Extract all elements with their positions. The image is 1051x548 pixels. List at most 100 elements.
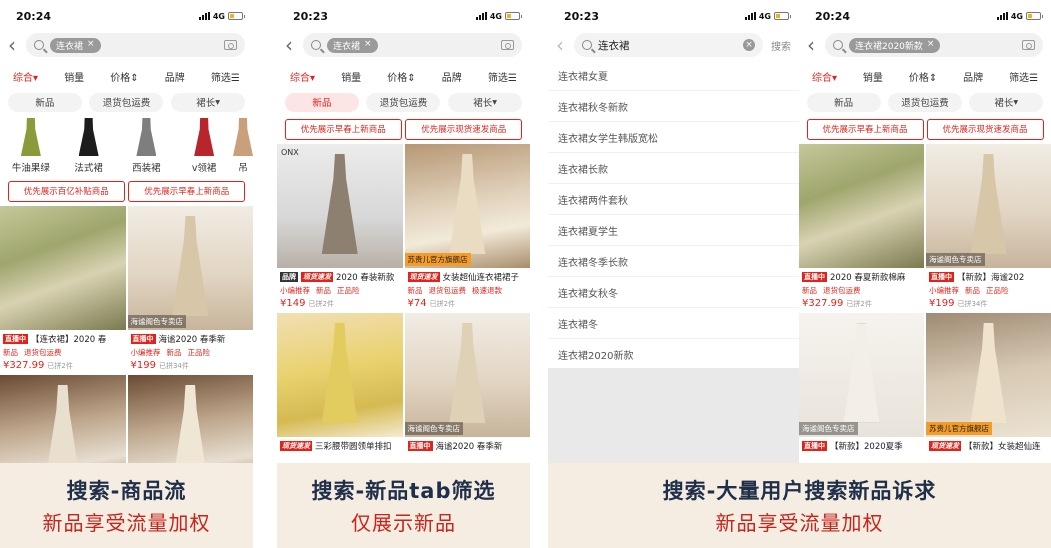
search-input[interactable]: 连衣裙2020新款 ×: [825, 33, 1043, 57]
sort-sales[interactable]: 销量: [341, 69, 361, 84]
product-card[interactable]: 现货速发 三彩腰带圆领单排扣: [277, 313, 403, 452]
suggestion-item[interactable]: 连衣裙两件套秋: [548, 184, 799, 215]
product-card[interactable]: 海谧阁色专卖店 直播中 【新款】海谧202 小编推荐 新品 正品险 ¥199 已拼34件: [926, 144, 1051, 311]
tag-in-stock-button[interactable]: 优先展示现货速发商品: [405, 118, 523, 140]
category-item[interactable]: 吊: [233, 118, 253, 176]
camera-icon[interactable]: [224, 40, 237, 50]
back-icon[interactable]: ‹: [807, 35, 825, 55]
sort-sales[interactable]: 销量: [863, 69, 883, 84]
category-item[interactable]: v领裙: [175, 118, 233, 176]
suggestion-item[interactable]: 连衣裙2020新款: [548, 339, 799, 370]
keyboard-overlay: [548, 368, 799, 463]
product-image: 苏贵儿官方旗舰店: [926, 313, 1051, 437]
filter-length[interactable]: 裙长 ▾: [448, 92, 523, 112]
suggestion-item[interactable]: 连衣裙夏学生: [548, 215, 799, 246]
close-icon[interactable]: ×: [927, 39, 935, 52]
shop-label: 苏贵儿官方旗舰店: [404, 253, 471, 266]
tag-subsidy-button[interactable]: 优先展示百亿补贴商品: [7, 180, 125, 202]
product-title: 2020 春装新款: [336, 273, 395, 283]
product-card[interactable]: 海谧阁色专卖店 直播中 【新款】2020夏季: [799, 313, 924, 452]
search-icon: [833, 40, 843, 50]
search-icon: [582, 40, 592, 50]
product-card[interactable]: ONX 品牌 现货速发 2020 春装新款 小编推荐 新品 正品险 ¥149 已拼2件: [277, 144, 403, 311]
signal-icon: [744, 12, 756, 20]
clear-icon[interactable]: ×: [743, 39, 755, 51]
tag-in-stock-button[interactable]: 优先展示现货速发商品: [926, 118, 1044, 140]
tag-spring-new-button[interactable]: 优先展示早春上新商品: [128, 180, 246, 202]
status-bar: 20:23 4G: [277, 0, 530, 32]
tag-spring-new-button[interactable]: 优先展示早春上新商品: [284, 118, 402, 140]
filter-new[interactable]: 新品: [806, 92, 881, 112]
suggestion-item[interactable]: 连衣裙秋冬新款: [548, 91, 799, 122]
signal-icon: [996, 12, 1008, 20]
sort-sales[interactable]: 销量: [64, 69, 84, 84]
search-button[interactable]: 搜索: [771, 38, 791, 53]
close-icon[interactable]: ×: [87, 39, 95, 52]
suggestion-item[interactable]: 连衣裙长款: [548, 153, 799, 184]
sort-comprehensive[interactable]: 综合▾: [812, 69, 837, 84]
search-input[interactable]: 连衣裙 ×: [574, 33, 763, 57]
fast-ship-badge: 现货速发: [301, 272, 333, 282]
product-card[interactable]: 海谧阁色专卖店 直播中 海谧2020 春季新: [404, 313, 530, 452]
filter-length[interactable]: 裙长 ▾: [171, 92, 246, 112]
search-chip[interactable]: 连衣裙 ×: [50, 37, 101, 53]
tag-spring-new-button[interactable]: 优先展示早春上新商品: [806, 118, 924, 140]
search-input[interactable]: 连衣裙 ×: [303, 33, 522, 57]
back-icon[interactable]: ‹: [8, 35, 26, 55]
back-icon[interactable]: ‹: [556, 35, 574, 55]
product-card[interactable]: 直播中 2020 春夏新款棉麻 新品 退货包运费 ¥327.99 已拼2件: [799, 144, 924, 311]
battery-icon: [774, 12, 791, 20]
sort-price[interactable]: 价格⇕: [387, 69, 415, 84]
suggestion-item[interactable]: 连衣裙女秋冬: [548, 277, 799, 308]
search-input[interactable]: 连衣裙 ×: [26, 33, 245, 57]
battery-icon: [1026, 12, 1043, 20]
product-card[interactable]: 苏贵儿官方旗舰店 现货速发 【新款】女装超仙连: [926, 313, 1051, 452]
back-icon[interactable]: ‹: [285, 35, 303, 55]
search-chip[interactable]: 连衣裙 ×: [327, 37, 378, 53]
product-title: 女装超仙连衣裙裙子: [442, 273, 520, 283]
sort-price[interactable]: 价格⇕: [110, 69, 138, 84]
signal-icon: [198, 12, 210, 20]
filter-new[interactable]: 新品: [7, 92, 82, 112]
search-chip[interactable]: 连衣裙2020新款 ×: [849, 37, 941, 53]
filter-length[interactable]: 裙长 ▾: [969, 92, 1044, 112]
suggestion-item[interactable]: 连衣裙冬季长款: [548, 246, 799, 277]
product-price: ¥327.99: [802, 298, 844, 309]
suggestion-item[interactable]: 连衣裙女夏: [548, 60, 799, 91]
sort-comprehensive[interactable]: 综合▾: [290, 69, 315, 84]
search-icon: [34, 40, 44, 50]
filter-free-return[interactable]: 退货包运费: [89, 92, 164, 112]
product-card[interactable]: 苏贵儿官方旗舰店 现货速发 女装超仙连衣裙裙子 新品 退货包运费 极速退款 ¥74 已拼…: [404, 144, 530, 311]
category-item[interactable]: 西装裙: [118, 118, 176, 176]
suggestion-item[interactable]: 连衣裙冬: [548, 308, 799, 339]
filter-new[interactable]: 新品: [284, 92, 359, 112]
sort-filter[interactable]: 筛选☰: [488, 69, 517, 84]
product-image: [0, 206, 126, 330]
product-card[interactable]: 直播中 【连衣裙】2020 春 新品 退货包运费 ¥327.99 已拼2件: [0, 206, 126, 373]
live-badge: 直播中: [802, 441, 827, 451]
camera-icon[interactable]: [1022, 40, 1035, 50]
dress-icon: [233, 118, 253, 156]
suggestion-item[interactable]: 连衣裙女学生韩版宽松: [548, 122, 799, 153]
filter-free-return[interactable]: 退货包运费: [366, 92, 441, 112]
category-item[interactable]: 法式裙: [60, 118, 118, 176]
filter-free-return[interactable]: 退货包运费: [887, 92, 962, 112]
close-icon[interactable]: ×: [364, 39, 372, 52]
sort-filter[interactable]: 筛选☰: [211, 69, 240, 84]
caption-title: 搜索-商品流: [66, 479, 187, 503]
product-price: ¥199: [130, 360, 156, 371]
product-card[interactable]: 海谧阁色专卖店 直播中 海谧2020 春季新 小编推荐 新品 正品险 ¥199 已拼34…: [127, 206, 253, 373]
battery-icon: [228, 12, 245, 20]
category-item[interactable]: 牛油果绿: [2, 118, 60, 176]
sort-brand[interactable]: 品牌: [165, 69, 185, 84]
sort-brand[interactable]: 品牌: [442, 69, 462, 84]
product-image: [277, 313, 403, 437]
dress-icon: [136, 118, 157, 156]
network-label: 4G: [758, 11, 771, 21]
sort-filter[interactable]: 筛选☰: [1009, 69, 1038, 84]
sort-comprehensive[interactable]: 综合▾: [13, 69, 38, 84]
sort-brand[interactable]: 品牌: [963, 69, 983, 84]
camera-icon[interactable]: [501, 40, 514, 50]
search-query[interactable]: 连衣裙: [598, 38, 630, 53]
sort-price[interactable]: 价格⇕: [909, 69, 937, 84]
